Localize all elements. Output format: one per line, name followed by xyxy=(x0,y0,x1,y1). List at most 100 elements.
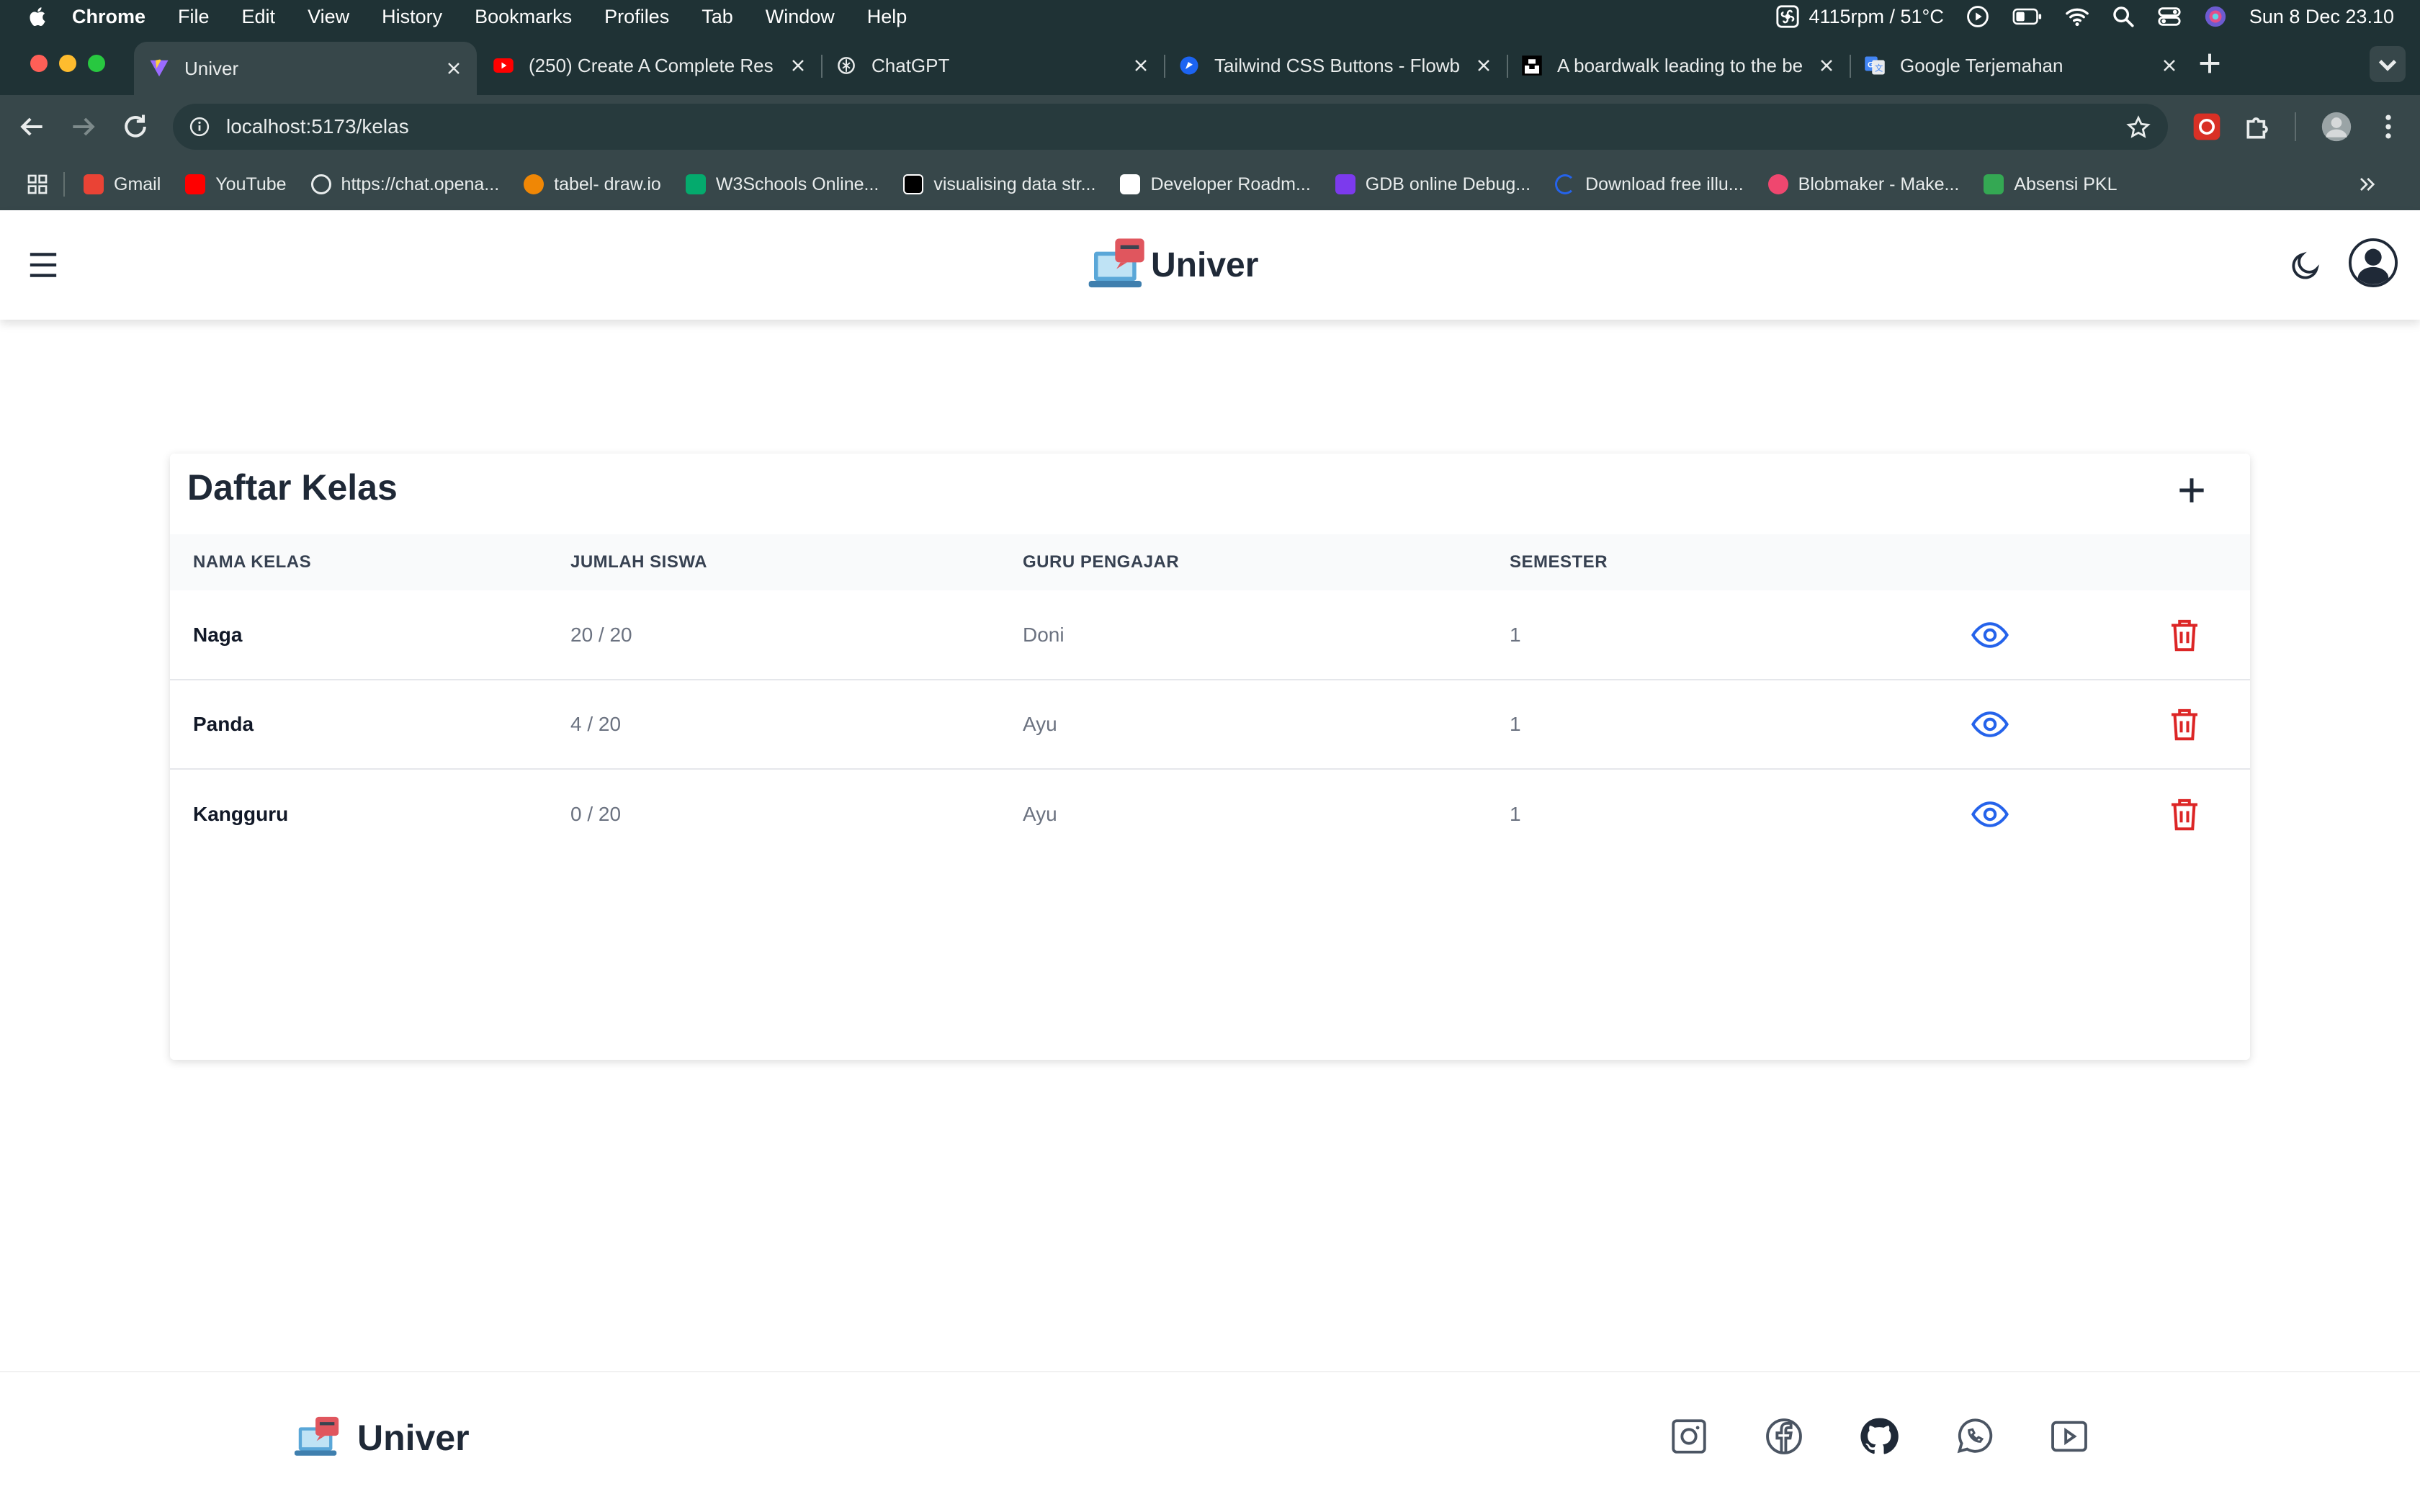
tab-unsplash[interactable]: A boardwalk leading to the be xyxy=(1507,42,1851,89)
tab-google-translate[interactable]: G文 Google Terjemahan xyxy=(1850,42,2192,89)
column-header: GURU PENGAJAR xyxy=(1023,552,1180,572)
gdb-icon xyxy=(1335,174,1355,194)
new-tab-icon[interactable] xyxy=(2195,49,2224,78)
cell-jumlah-siswa: 20 / 20 xyxy=(570,623,632,646)
close-tab-icon[interactable] xyxy=(1132,57,1150,74)
bookmark-drawio[interactable]: tabel- draw.io xyxy=(524,174,661,195)
page-title: Daftar Kelas xyxy=(187,467,398,508)
hamburger-menu-icon[interactable] xyxy=(27,251,59,279)
moon-dark-mode-icon[interactable] xyxy=(2289,249,2322,282)
menu-edit[interactable]: Edit xyxy=(242,6,276,28)
tab-search-button[interactable] xyxy=(2370,46,2406,82)
bookmark-label: https://chat.opena... xyxy=(341,174,500,194)
laptop-logo-icon xyxy=(1088,238,1144,288)
bookmark-label: Absensi PKL xyxy=(2014,174,2118,194)
column-header-empty xyxy=(1971,534,2165,590)
reload-icon[interactable] xyxy=(120,111,151,143)
extension-red-icon[interactable] xyxy=(2191,111,2223,143)
bookmark-w3schools[interactable]: W3Schools Online... xyxy=(685,174,879,195)
chatgpt-icon xyxy=(310,174,331,194)
window-close-button[interactable] xyxy=(30,55,48,72)
bookmark-roadmap[interactable]: Developer Roadm... xyxy=(1120,174,1311,195)
menu-history[interactable]: History xyxy=(382,6,442,28)
menu-window[interactable]: Window xyxy=(766,6,835,28)
menu-help[interactable]: Help xyxy=(867,6,908,28)
close-tab-icon[interactable] xyxy=(789,57,807,74)
close-tab-icon[interactable] xyxy=(1475,57,1492,74)
bookmark-illustrations[interactable]: Download free illu... xyxy=(1555,174,1744,195)
add-kelas-button[interactable] xyxy=(2174,472,2210,508)
menu-view[interactable]: View xyxy=(308,6,349,28)
whatsapp-icon[interactable] xyxy=(1953,1416,1995,1457)
tab-youtube[interactable]: (250) Create A Complete Res xyxy=(478,42,823,89)
bookmark-chatgpt[interactable]: https://chat.opena... xyxy=(310,174,500,195)
column-header: NAMA KELAS xyxy=(193,552,312,572)
tab-flowbite[interactable]: Tailwind CSS Buttons - Flowb xyxy=(1164,42,1508,89)
navbar-brand[interactable]: Univer xyxy=(1086,232,1258,298)
battery-icon[interactable] xyxy=(2012,4,2043,29)
siri-icon[interactable] xyxy=(2203,4,2228,29)
menu-bookmarks[interactable]: Bookmarks xyxy=(475,6,572,28)
play-circle-icon[interactable] xyxy=(1966,4,1990,29)
cell-nama-kelas: Naga xyxy=(193,623,243,646)
forward-arrow-icon[interactable] xyxy=(68,111,99,143)
cell-nama-kelas: Kangguru xyxy=(193,802,289,825)
window-zoom-button[interactable] xyxy=(88,55,105,72)
bookmark-gdb[interactable]: GDB online Debug... xyxy=(1335,174,1531,195)
eye-view-icon[interactable] xyxy=(1971,795,2009,834)
profile-avatar-icon[interactable] xyxy=(2321,111,2352,143)
menu-profiles[interactable]: Profiles xyxy=(604,6,669,28)
back-arrow-icon[interactable] xyxy=(16,111,48,143)
site-info-icon[interactable] xyxy=(189,116,210,138)
menu-bar-clock[interactable]: Sun 8 Dec 23.10 xyxy=(2249,6,2394,28)
close-tab-icon[interactable] xyxy=(2161,57,2178,74)
apps-grid-icon[interactable] xyxy=(26,173,49,196)
bookmark-gmail[interactable]: Gmail xyxy=(84,174,161,195)
tab-chatgpt[interactable]: ChatGPT xyxy=(821,42,1165,89)
footer-brand-name: Univer xyxy=(357,1418,470,1458)
facebook-icon[interactable] xyxy=(1763,1416,1805,1457)
wifi-icon[interactable] xyxy=(2065,4,2089,29)
apple-icon[interactable] xyxy=(26,4,50,29)
spotlight-search-icon[interactable] xyxy=(2111,4,2136,29)
control-center-icon[interactable] xyxy=(2157,4,2182,29)
cell-jumlah-siswa: 0 / 20 xyxy=(570,802,622,825)
url-text[interactable]: localhost:5173/kelas xyxy=(226,115,409,138)
bookmark-blobmaker[interactable]: Blobmaker - Make... xyxy=(1767,174,1959,195)
eye-view-icon[interactable] xyxy=(1971,705,2009,744)
unsplash-icon xyxy=(1522,55,1542,76)
tab-title: (250) Create A Complete Res xyxy=(529,54,774,76)
trash-delete-icon[interactable] xyxy=(2165,795,2204,834)
bookmark-star-icon[interactable] xyxy=(2126,115,2151,140)
fan-icon[interactable] xyxy=(1775,4,1800,29)
bookmark-youtube[interactable]: YouTube xyxy=(185,174,287,195)
extensions-puzzle-icon[interactable] xyxy=(2243,111,2275,143)
footer-brand[interactable]: Univer xyxy=(292,1413,470,1463)
menu-tab[interactable]: Tab xyxy=(702,6,733,28)
bookmark-visualgo[interactable]: visualising data str... xyxy=(903,174,1095,195)
svg-text:文: 文 xyxy=(1875,63,1883,73)
user-avatar-icon[interactable] xyxy=(2348,238,2398,288)
trash-delete-icon[interactable] xyxy=(2165,705,2204,744)
youtube-icon xyxy=(493,58,514,73)
bookmark-label: YouTube xyxy=(215,174,287,194)
window-minimize-button[interactable] xyxy=(59,55,76,72)
address-bar[interactable]: localhost:5173/kelas xyxy=(173,104,2168,150)
menu-app-name[interactable]: Chrome xyxy=(72,6,145,28)
cell-guru-pengajar: Ayu xyxy=(1023,802,1057,825)
eye-view-icon[interactable] xyxy=(1971,616,2009,654)
more-bookmarks-icon[interactable] xyxy=(2355,173,2378,196)
close-tab-icon[interactable] xyxy=(445,60,462,77)
tab-univer[interactable]: Univer xyxy=(134,42,477,95)
chrome-menu-icon[interactable] xyxy=(2372,111,2404,143)
close-tab-icon[interactable] xyxy=(1818,57,1835,74)
menu-file[interactable]: File xyxy=(178,6,210,28)
github-icon[interactable] xyxy=(1858,1416,1900,1457)
bookmark-label: visualising data str... xyxy=(933,174,1096,194)
bookmark-absensi[interactable]: Absensi PKL xyxy=(1984,174,2117,195)
bookmark-label: Developer Roadm... xyxy=(1150,174,1311,194)
instagram-icon[interactable] xyxy=(1668,1416,1710,1457)
youtube-icon xyxy=(185,174,206,194)
youtube-icon[interactable] xyxy=(2048,1416,2090,1457)
trash-delete-icon[interactable] xyxy=(2165,616,2204,654)
